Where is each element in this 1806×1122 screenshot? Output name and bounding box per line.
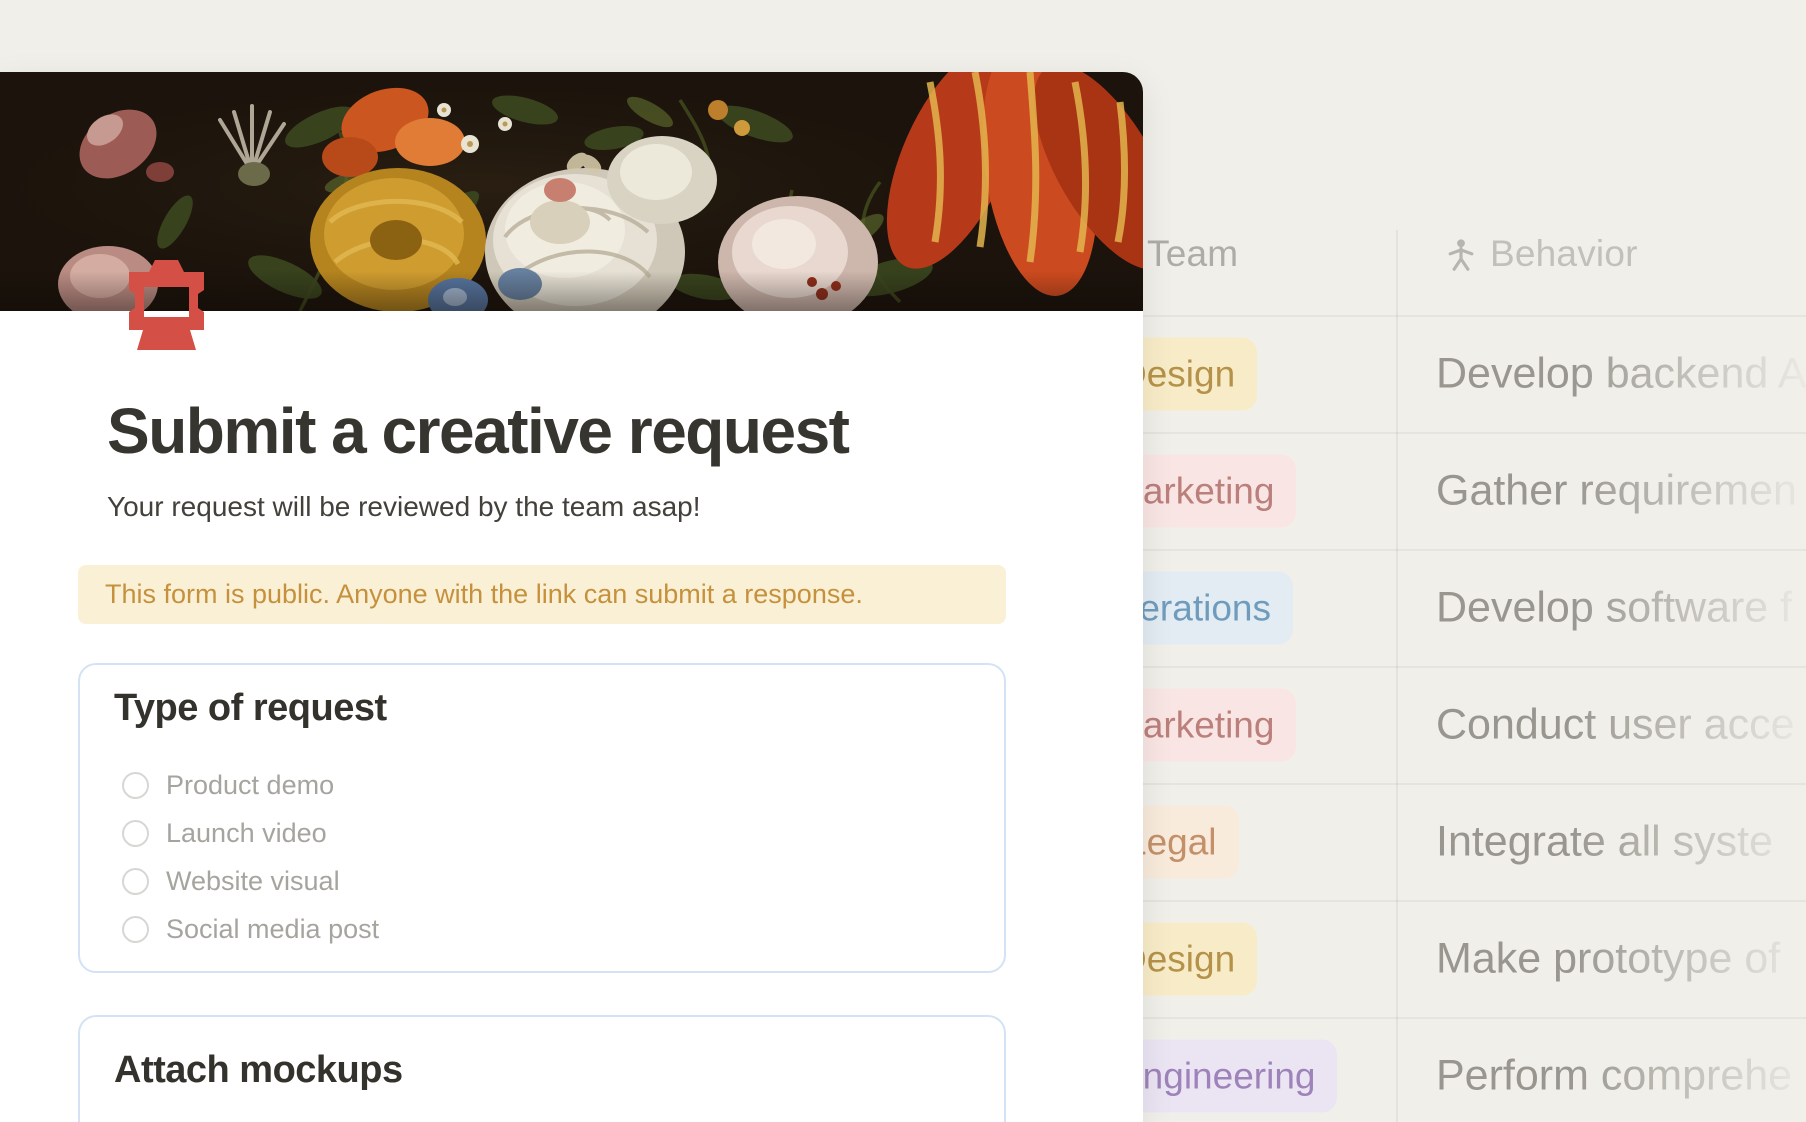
radio-option-website-visual[interactable]: Website visual (80, 857, 1008, 905)
public-form-banner: This form is public. Anyone with the lin… (78, 565, 1006, 624)
radio-label: Website visual (166, 866, 340, 897)
radio-label: Launch video (166, 818, 327, 849)
form-subtitle: Your request will be reviewed by the tea… (107, 491, 701, 523)
banner-text: This form is public. Anyone with the lin… (105, 579, 863, 610)
question-label: Attach mockups (114, 1049, 403, 1092)
screen: Team Behavior Design Develop backend A M… (0, 0, 1806, 1122)
behavior-cell: Develop software f (1436, 583, 1806, 632)
column-header-team: Team (1147, 233, 1238, 275)
behavior-cell: Perform comprehe (1436, 1051, 1806, 1100)
behavior-cell: Make prototype of (1436, 934, 1806, 983)
frame-icon (118, 260, 215, 350)
form-panel: Submit a creative request Your request w… (0, 72, 1143, 1122)
behavior-cell: Integrate all syste (1436, 817, 1806, 866)
question-card-attach-mockups: Attach mockups (78, 1015, 1006, 1122)
radio-label: Social media post (166, 914, 379, 945)
radio-circle (122, 820, 149, 847)
behavior-cell: Gather requiremen (1436, 466, 1806, 515)
column-header-behavior: Behavior (1490, 233, 1638, 275)
question-label: Type of request (114, 687, 387, 730)
radio-circle (122, 772, 149, 799)
question-card-type-of-request: Type of request Product demo Launch vide… (78, 663, 1006, 973)
radio-circle (122, 916, 149, 943)
person-icon (1443, 236, 1479, 274)
radio-circle (122, 868, 149, 895)
behavior-cell: Develop backend A (1436, 349, 1806, 398)
radio-option-launch-video[interactable]: Launch video (80, 809, 1008, 857)
radio-option-product-demo[interactable]: Product demo (80, 761, 1008, 809)
behavior-cell: Conduct user acce (1436, 700, 1806, 749)
form-title: Submit a creative request (107, 394, 848, 468)
radio-option-social-media-post[interactable]: Social media post (80, 905, 1008, 953)
radio-label: Product demo (166, 770, 334, 801)
